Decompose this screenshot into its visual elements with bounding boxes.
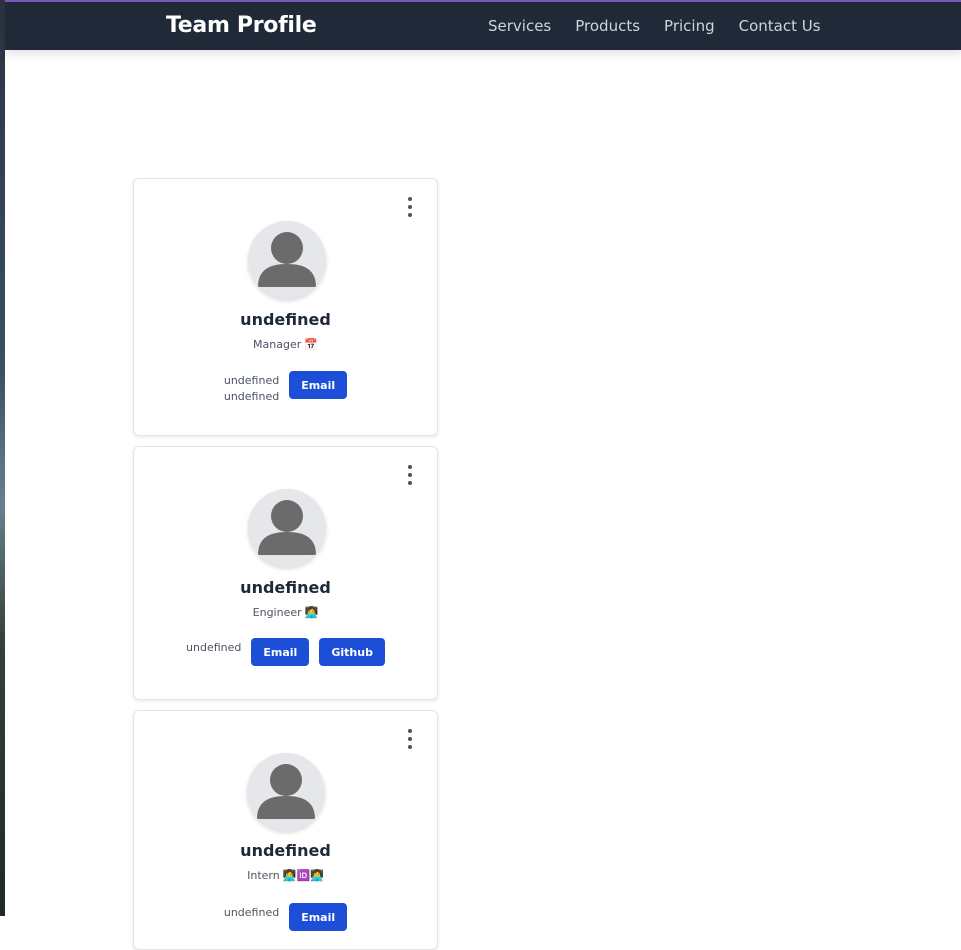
contact-info: undefined: [224, 905, 279, 921]
contact-row: undefined Email Github: [134, 638, 437, 666]
email-button[interactable]: Email: [251, 638, 310, 666]
github-button[interactable]: Github: [319, 638, 385, 666]
contact-row: undefined undefined Email: [134, 371, 437, 405]
more-options-icon[interactable]: [403, 729, 417, 749]
contact-line: undefined: [223, 390, 280, 403]
student-id-icon: 👩‍💻🆔👩‍💻: [282, 869, 324, 882]
profile-card-manager: undefined Manager 📅 undefined undefined E…: [133, 178, 438, 436]
nav-link-products[interactable]: Products: [575, 17, 640, 35]
nav-links: Services Products Pricing Contact Us: [488, 17, 821, 35]
contact-line: undefined: [186, 641, 242, 654]
role-label: Intern: [247, 869, 280, 882]
avatar-placeholder-icon: [247, 753, 325, 831]
desktop-background-edge: [0, 0, 5, 916]
role-label: Manager: [253, 338, 302, 351]
member-role: Manager 📅: [134, 338, 437, 351]
member-name: undefined: [240, 310, 331, 329]
nav-link-services[interactable]: Services: [488, 17, 551, 35]
contact-row: undefined Email: [134, 903, 437, 931]
contact-line: undefined: [223, 374, 280, 387]
member-role: Intern 👩‍💻🆔👩‍💻: [134, 869, 437, 882]
more-options-icon[interactable]: [403, 465, 417, 485]
nav-link-contact-us[interactable]: Contact Us: [739, 17, 821, 35]
technologist-icon: 👩‍💻: [304, 606, 319, 619]
avatar-placeholder-icon: [248, 221, 326, 299]
avatar-placeholder-icon: [248, 489, 326, 567]
member-role: Engineer 👩‍💻: [134, 606, 437, 619]
brand-title[interactable]: Team Profile: [166, 13, 317, 38]
profile-card-engineer: undefined Engineer 👩‍💻 undefined Email Gi…: [133, 446, 438, 700]
email-button[interactable]: Email: [289, 903, 348, 931]
email-button[interactable]: Email: [289, 371, 348, 399]
navbar: Team Profile Services Products Pricing C…: [5, 2, 961, 50]
contact-info: undefined: [186, 640, 241, 656]
member-name: undefined: [240, 578, 331, 597]
member-name: undefined: [240, 841, 331, 860]
nav-link-pricing[interactable]: Pricing: [664, 17, 715, 35]
contact-line: undefined: [223, 906, 280, 919]
role-label: Engineer: [252, 606, 302, 619]
calendar-icon: 📅: [304, 338, 318, 351]
more-options-icon[interactable]: [403, 197, 417, 217]
profile-card-intern: undefined Intern 👩‍💻🆔👩‍💻 undefined Email: [133, 710, 438, 950]
contact-info: undefined undefined: [224, 373, 279, 405]
